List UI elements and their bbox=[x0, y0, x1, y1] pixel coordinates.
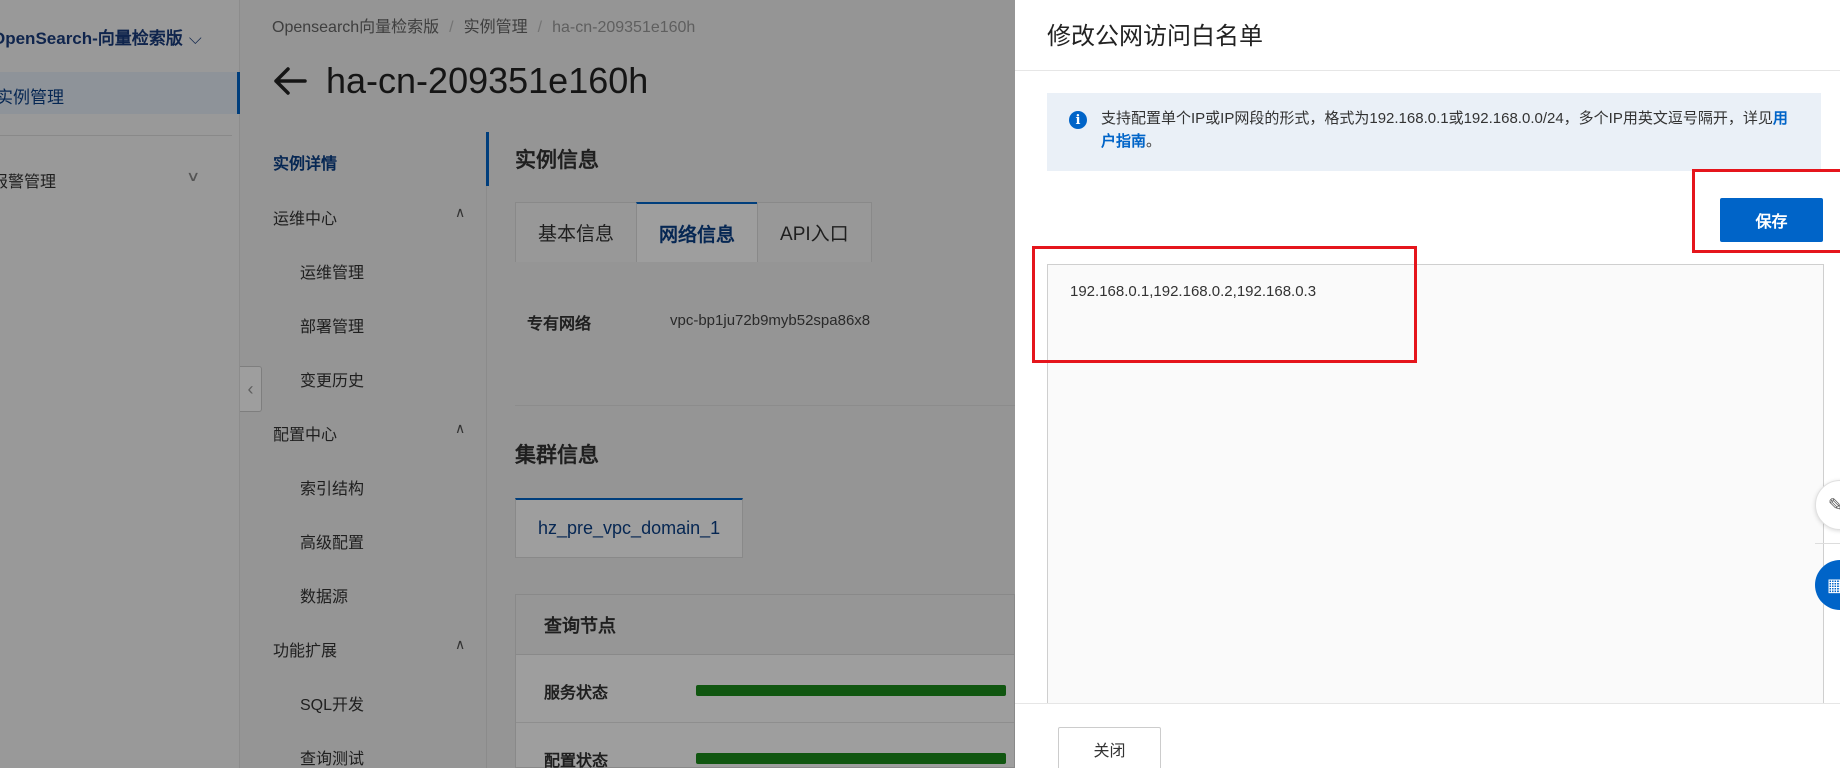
sidebar-collapse-button[interactable]: ‹ bbox=[240, 366, 262, 412]
product-title: OpenSearch-向量检索版 bbox=[0, 29, 183, 48]
submenu-item-ops-manage[interactable]: 运维管理 bbox=[300, 259, 364, 283]
sidebar-item-instance-manage[interactable]: 实例管理 bbox=[0, 72, 240, 114]
drawer-title: 修改公网访问白名单 bbox=[1047, 23, 1263, 50]
submenu-item-history[interactable]: 变更历史 bbox=[300, 367, 364, 391]
notice-text: 支持配置单个IP或IP网段的形式，格式为192.168.0.1或192.168.… bbox=[1101, 110, 1773, 127]
chevron-up-icon[interactable]: ∧ bbox=[455, 420, 465, 437]
instance-tabs: 基本信息 网络信息 API入口 bbox=[515, 202, 872, 262]
whitelist-textarea[interactable]: 192.168.0.1,192.168.0.2,192.168.0.3 bbox=[1048, 265, 1823, 703]
close-button[interactable]: 关闭 bbox=[1058, 727, 1161, 768]
tab-cluster-domain[interactable]: hz_pre_vpc_domain_1 bbox=[515, 498, 743, 558]
page-header: ha-cn-209351e160h bbox=[272, 60, 648, 102]
whitelist-input-wrapper: 192.168.0.1,192.168.0.2,192.168.0.3 bbox=[1047, 264, 1824, 704]
submenu-item-query-test[interactable]: 查询测试 bbox=[300, 745, 364, 768]
info-icon: i bbox=[1069, 111, 1087, 129]
tab-network-info[interactable]: 网络信息 bbox=[636, 202, 758, 262]
drawer-header-divider bbox=[1015, 70, 1840, 71]
page-title: ha-cn-209351e160h bbox=[326, 60, 649, 101]
tab-api-entry[interactable]: API入口 bbox=[757, 202, 872, 262]
float-divider bbox=[1815, 543, 1840, 544]
submenu-item-detail[interactable]: 实例详情 bbox=[273, 150, 337, 174]
submenu-active-indicator bbox=[486, 132, 489, 186]
notice-end: 。 bbox=[1146, 133, 1162, 150]
chevron-left-icon: ‹ bbox=[247, 378, 254, 399]
submenu-divider bbox=[486, 132, 487, 768]
chevron-down-icon[interactable]: ∨ bbox=[186, 168, 200, 185]
breadcrumb-current: ha-cn-209351e160h bbox=[552, 19, 696, 36]
back-arrow-icon[interactable] bbox=[272, 63, 308, 99]
product-switcher[interactable]: OpenSearch-向量检索版 ⌵ bbox=[0, 24, 202, 49]
config-status-bar bbox=[696, 753, 1006, 764]
query-node-panel: 查询节点 服务状态 配置状态 bbox=[515, 594, 1015, 768]
sidebar-item-label: 实例管理 bbox=[0, 88, 64, 107]
info-notice: i 支持配置单个IP或IP网段的形式，格式为192.168.0.1或192.16… bbox=[1047, 93, 1821, 171]
chevron-up-icon[interactable]: ∧ bbox=[455, 636, 465, 653]
vpc-value: vpc-bp1ju72b9myb52spa86x8 bbox=[670, 312, 871, 329]
submenu-item-advanced[interactable]: 高级配置 bbox=[300, 529, 364, 553]
whitelist-drawer: 修改公网访问白名单 i 支持配置单个IP或IP网段的形式，格式为192.168.… bbox=[1015, 0, 1840, 768]
sidebar-item-alarm[interactable]: 报警管理 bbox=[0, 168, 56, 192]
product-sidebar: OpenSearch-向量检索版 ⌵ 实例管理 报警管理 ∨ bbox=[0, 0, 240, 768]
sidebar-divider bbox=[0, 135, 232, 136]
section-title-cluster: 集群信息 bbox=[515, 444, 599, 467]
tab-basic-info[interactable]: 基本信息 bbox=[515, 202, 637, 262]
submenu-item-sql[interactable]: SQL开发 bbox=[300, 691, 364, 715]
service-status-bar bbox=[696, 685, 1006, 696]
breadcrumb-separator: / bbox=[449, 19, 454, 36]
drawer-footer-divider bbox=[1015, 703, 1840, 704]
submenu-group-extensions[interactable]: 功能扩展 bbox=[273, 637, 337, 661]
breadcrumb-item[interactable]: 实例管理 bbox=[464, 19, 528, 36]
chevron-up-icon[interactable]: ∧ bbox=[455, 204, 465, 221]
section-divider bbox=[515, 405, 1015, 406]
submenu-item-datasource[interactable]: 数据源 bbox=[300, 583, 348, 607]
section-title-instance: 实例信息 bbox=[515, 149, 599, 172]
save-button[interactable]: 保存 bbox=[1720, 198, 1823, 242]
status-label: 服务状态 bbox=[544, 685, 609, 702]
breadcrumb-separator: / bbox=[537, 19, 543, 36]
breadcrumb-item[interactable]: Opensearch向量检索版 bbox=[272, 19, 439, 36]
vpc-label: 专有网络 bbox=[527, 316, 592, 333]
submenu-item-deploy[interactable]: 部署管理 bbox=[300, 313, 364, 337]
submenu-item-index[interactable]: 索引结构 bbox=[300, 475, 364, 499]
status-row: 配置状态 bbox=[516, 723, 1014, 768]
status-label: 配置状态 bbox=[544, 753, 609, 768]
breadcrumb: Opensearch向量检索版 / 实例管理 / ha-cn-209351e160h bbox=[272, 13, 695, 37]
chevron-down-icon: ⌵ bbox=[188, 29, 202, 48]
status-row: 服务状态 bbox=[516, 655, 1014, 723]
node-panel-header: 查询节点 bbox=[516, 595, 1014, 655]
submenu-group-config[interactable]: 配置中心 bbox=[273, 421, 337, 445]
sidebar-item-label: 报警管理 bbox=[0, 174, 57, 191]
submenu-group-ops[interactable]: 运维中心 bbox=[273, 205, 337, 229]
